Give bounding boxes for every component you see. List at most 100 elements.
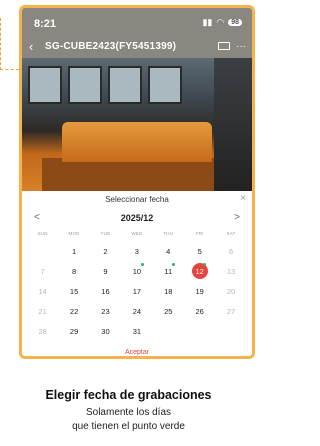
screenshot-frame: 8:21 ▮▮ ◠ 98 ‹ SG-CUBE2423(FY5451399) ··… (0, 0, 257, 446)
camera-window-shape (28, 66, 62, 104)
calendar-week-row: 14 15 16 17 18 19 20 (27, 281, 247, 301)
calendar-day[interactable]: 31 (121, 321, 152, 341)
camera-window-shape (68, 66, 102, 104)
calendar-day[interactable]: 30 (90, 321, 121, 341)
recording-dot-icon (140, 263, 144, 266)
more-icon[interactable]: ··· (236, 41, 246, 52)
calendar-day[interactable]: 9 (90, 261, 121, 281)
calendar-weeks: 1 2 3 4 5 6 7 8 9 10 11 12 13 14 15 16 17 18 19 20 21 22 23 24 2… (27, 241, 247, 341)
screen-icon[interactable] (218, 42, 230, 50)
calendar-day[interactable]: 6 (215, 241, 246, 261)
calendar-day[interactable]: 12 (184, 261, 215, 281)
calendar-day[interactable]: 17 (121, 281, 152, 301)
calendar-day[interactable]: 16 (90, 281, 121, 301)
calendar-day[interactable]: 25 (153, 301, 184, 321)
accept-button[interactable]: Aceptar (22, 349, 252, 356)
calendar-day-number: 1 (72, 246, 77, 256)
calendar-day[interactable]: 26 (184, 301, 215, 321)
calendar-day[interactable]: 23 (90, 301, 121, 321)
weekday-header: SUN MON TUE WED THU FRI SAT (27, 231, 247, 241)
caption-title: Elegir fecha de grabaciones (45, 388, 212, 402)
calendar-day-number: 6 (228, 246, 234, 256)
calendar-day-number: 26 (195, 306, 204, 316)
calendar-day-number: 17 (132, 286, 142, 296)
calendar-day[interactable]: 24 (121, 301, 152, 321)
calendar-day-number: 9 (103, 266, 108, 276)
recording-dot-icon (171, 263, 175, 266)
calendar-week-row: 7 8 9 10 11 12 13 (27, 261, 247, 281)
calendar-day-empty (215, 321, 246, 341)
weekday-label: MON (68, 231, 80, 236)
calendar-day-empty (27, 241, 58, 261)
calendar-day-number: 10 (132, 266, 142, 276)
calendar-day-empty (153, 321, 184, 341)
calendar-day[interactable]: 22 (58, 301, 89, 321)
calendar-day-number: 23 (101, 306, 110, 316)
calendar-day-number: 30 (101, 326, 110, 336)
calendar-day-number: 18 (164, 286, 173, 296)
app-header: 8:21 ▮▮ ◠ 98 ‹ SG-CUBE2423(FY5451399) ··… (22, 8, 252, 58)
nav-actions: ··· (218, 41, 246, 52)
calendar-day[interactable]: 10 (121, 261, 152, 281)
calendar-day[interactable]: 28 (27, 321, 58, 341)
calendar-day-number: 16 (101, 286, 110, 296)
calendar-day[interactable]: 27 (215, 301, 246, 321)
weekday-label: SUN (37, 231, 48, 236)
weekday-label: TUE (100, 231, 111, 236)
calendar-day-number: 15 (69, 286, 79, 296)
calendar-day[interactable]: 20 (215, 281, 246, 301)
status-time: 8:21 (34, 18, 57, 30)
calendar-day-number: 31 (132, 326, 142, 336)
calendar-day[interactable]: 2 (90, 241, 121, 261)
chevron-right-icon[interactable]: > (234, 212, 240, 223)
calendar-day[interactable]: 18 (153, 281, 184, 301)
calendar-day-number: 3 (134, 246, 139, 256)
month-navigation: < 2025/12 > (22, 212, 252, 225)
calendar-week-row: 28 29 30 31 (27, 321, 247, 341)
calendar-day-number: 11 (164, 266, 173, 276)
month-label: 2025/12 (120, 213, 154, 223)
calendar-day[interactable]: 3 (121, 241, 152, 261)
calendar-day[interactable]: 5 (184, 241, 215, 261)
signal-icon: ▮▮ (202, 17, 213, 27)
calendar-day-number: 7 (40, 266, 45, 276)
calendar-day[interactable]: 19 (184, 281, 215, 301)
calendar-grid: SUN MON TUE WED THU FRI SAT 1 2 3 4 5 6 7 8 9 10 11 12 13 1… (27, 231, 247, 341)
camera-window-shape (148, 66, 182, 104)
battery-indicator: 98 (228, 19, 242, 26)
calendar-day[interactable]: 11 (153, 261, 184, 281)
calendar-day[interactable]: 1 (58, 241, 89, 261)
calendar-day-number: 29 (69, 326, 79, 336)
calendar-week-row: 21 22 23 24 25 26 27 (27, 301, 247, 321)
calendar-day-number: 4 (166, 246, 171, 256)
calendar-day-number: 8 (72, 266, 77, 276)
calendar-day[interactable]: 8 (58, 261, 89, 281)
calendar-day-number: 5 (197, 246, 202, 256)
date-picker-sheet: Seleccionar fecha × < 2025/12 > SUN MON TU… (22, 191, 252, 356)
calendar-day-number: 27 (226, 306, 236, 316)
calendar-day[interactable]: 4 (153, 241, 184, 261)
back-arrow-icon[interactable]: ‹ (29, 39, 43, 54)
status-icons: ▮▮ ◠ 98 (202, 17, 242, 28)
camera-feed (22, 58, 252, 191)
close-icon[interactable]: × (240, 193, 246, 204)
annotation-guide-horizontal (0, 69, 19, 70)
weekday-label: WED (131, 231, 143, 236)
calendar-day-number: 13 (226, 266, 236, 276)
calendar-day-number: 2 (103, 246, 108, 256)
calendar-day[interactable]: 14 (27, 281, 58, 301)
calendar-day-number: 28 (38, 326, 47, 336)
calendar-day[interactable]: 13 (215, 261, 246, 281)
calendar-day[interactable]: 29 (58, 321, 89, 341)
calendar-day-number: 24 (132, 306, 142, 316)
camera-side-wall (214, 58, 252, 191)
calendar-day[interactable]: 15 (58, 281, 89, 301)
calendar-day[interactable]: 7 (27, 261, 58, 281)
weekday-label: SAT (226, 231, 236, 236)
calendar-day[interactable]: 21 (27, 301, 58, 321)
calendar-day-number: 21 (38, 306, 47, 316)
device-title: SG-CUBE2423(FY5451399) (45, 40, 177, 52)
calendar-day-number: 25 (164, 306, 173, 316)
date-picker-title: Seleccionar fecha (105, 195, 169, 204)
caption-line-2: que tienen el punto verde (72, 421, 185, 432)
